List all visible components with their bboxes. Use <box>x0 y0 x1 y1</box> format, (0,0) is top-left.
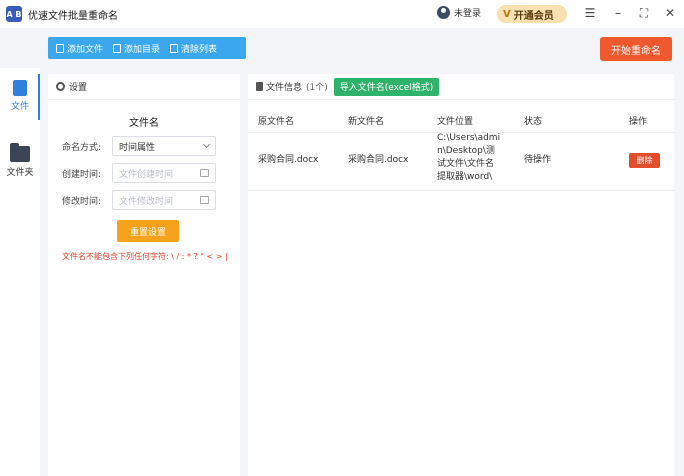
login-button[interactable]: 未登录 <box>437 6 481 19</box>
calendar-icon <box>200 196 209 204</box>
column-location: 文件位置 <box>437 117 474 127</box>
add-file-label: 添加文件 <box>67 44 104 55</box>
row-location-line: n\Desktop\测 <box>437 146 495 156</box>
user-icon <box>437 6 450 19</box>
add-folder-icon <box>113 43 122 53</box>
settings-panel: 设置 文件名 命名方式: 时间属性 创建时间: 文件创建时间 修改时间: 文件修… <box>48 74 240 476</box>
vip-button[interactable]: V 开通会员 <box>497 5 567 23</box>
naming-mode-label: 命名方式: <box>62 143 102 153</box>
nav-item-file[interactable]: 文件 <box>0 74 40 120</box>
side-nav: 文件 文件夹 <box>0 68 40 476</box>
reset-settings-button[interactable]: 重置设置 <box>117 220 179 242</box>
maximize-icon[interactable]: ⛶ <box>637 6 651 20</box>
nav-item-file-label: 文件 <box>10 102 29 112</box>
document-icon <box>256 82 263 91</box>
import-excel-button[interactable]: 导入文件名(excel格式) <box>333 77 440 96</box>
chevron-down-icon <box>202 140 211 149</box>
calendar-icon <box>200 169 209 177</box>
start-rename-button[interactable]: 开始重命名 <box>600 37 672 61</box>
naming-mode-select[interactable]: 时间属性 <box>112 136 216 156</box>
files-title: 文件信息 <box>266 83 303 93</box>
column-status: 状态 <box>524 117 543 127</box>
add-folder-button[interactable]: 添加目录 <box>113 42 160 55</box>
modified-time-field[interactable]: 文件修改时间 <box>112 190 216 210</box>
files-panel: 文件信息 (1个) 导入文件名(excel格式) 原文件名 新文件名 文件位置 … <box>248 74 674 476</box>
filename-warning: 文件名不能包含下列任何字符: \ / : * ? " < > | <box>62 252 228 261</box>
row-location-line: 提取器\word\ <box>437 172 493 182</box>
created-time-field[interactable]: 文件创建时间 <box>112 163 216 183</box>
folder-icon <box>10 143 30 162</box>
row-new-name: 采购合同.docx <box>348 155 409 165</box>
row-divider <box>248 190 674 191</box>
naming-mode-value: 时间属性 <box>119 142 156 153</box>
vip-icon: V <box>503 8 511 20</box>
filename-section-title: 文件名 <box>129 118 159 129</box>
row-location-line: C:\Users\admi <box>437 133 501 143</box>
created-time-placeholder: 文件创建时间 <box>119 169 174 180</box>
vip-label: 开通会员 <box>513 10 554 22</box>
login-label: 未登录 <box>454 9 482 19</box>
column-original-name: 原文件名 <box>258 117 295 127</box>
file-icon <box>13 80 27 96</box>
minimize-icon[interactable]: – <box>611 6 625 20</box>
clear-list-label: 清除列表 <box>181 44 218 55</box>
modified-time-placeholder: 文件修改时间 <box>119 196 174 207</box>
add-file-icon <box>56 43 64 53</box>
close-icon[interactable]: ✕ <box>663 6 677 20</box>
file-count: (1个) <box>306 83 328 93</box>
nav-item-folder-label: 文件夹 <box>6 168 34 178</box>
trash-icon <box>170 43 179 53</box>
menu-icon[interactable]: ☰ <box>583 6 597 20</box>
app-logo-icon: A B <box>6 6 22 22</box>
settings-header: 设置 <box>48 74 240 100</box>
toolbar: 添加文件 添加目录 清除列表 开始重命名 <box>0 28 684 68</box>
row-location: C:\Users\admi n\Desktop\测 试文件\文件名 提取器\wo… <box>437 132 500 184</box>
file-tool-group: 添加文件 添加目录 清除列表 <box>48 37 246 59</box>
modified-time-label: 修改时间: <box>62 197 102 207</box>
settings-title: 设置 <box>69 83 88 93</box>
files-header: 文件信息 (1个) 导入文件名(excel格式) <box>248 74 674 100</box>
created-time-label: 创建时间: <box>62 170 102 180</box>
add-folder-label: 添加目录 <box>124 44 161 55</box>
window-title: 优速文件批量重命名 <box>28 10 118 22</box>
add-file-button[interactable]: 添加文件 <box>56 42 103 55</box>
row-location-line: 试文件\文件名 <box>437 159 495 169</box>
delete-row-button[interactable]: 删除 <box>629 153 660 168</box>
column-new-name: 新文件名 <box>348 117 385 127</box>
row-original-name: 采购合同.docx <box>258 155 319 165</box>
column-action: 操作 <box>629 117 648 127</box>
clear-list-button[interactable]: 清除列表 <box>170 42 217 55</box>
row-status: 待操作 <box>524 155 552 165</box>
nav-item-folder[interactable]: 文件夹 <box>0 143 40 178</box>
gear-icon <box>56 82 65 91</box>
title-bar: A B 优速文件批量重命名 未登录 V 开通会员 ☰ – ⛶ ✕ <box>0 0 684 28</box>
